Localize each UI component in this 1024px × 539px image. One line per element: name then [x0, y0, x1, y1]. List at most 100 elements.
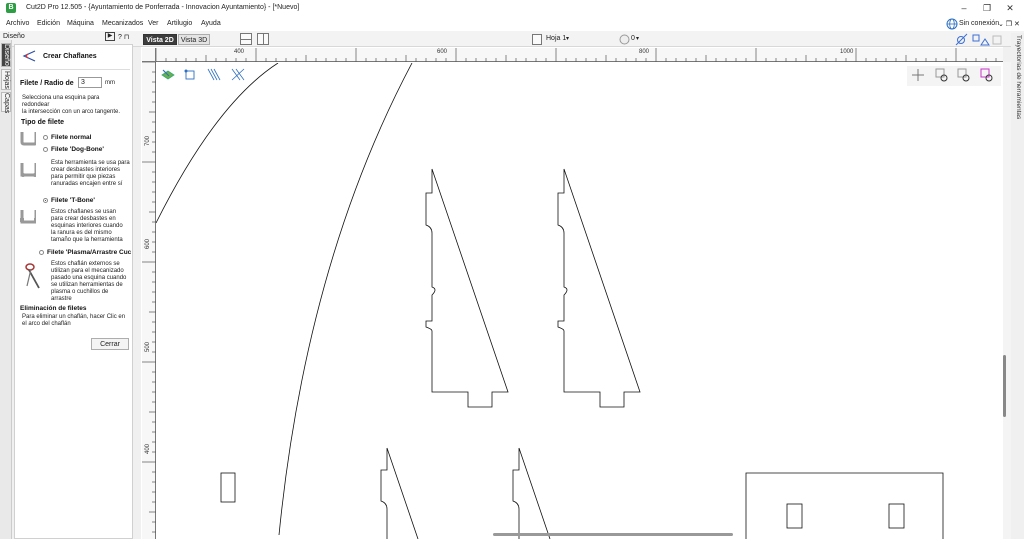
chevron-down-icon[interactable]: ▾ [566, 35, 569, 42]
node-edit-icon [184, 69, 195, 80]
vtab-diseno[interactable]: Diseño [1, 43, 11, 67]
ruler-label: 400 [145, 443, 152, 455]
restore-button[interactable]: ❐ [977, 2, 997, 15]
right-toolbar-icons[interactable] [955, 33, 1015, 47]
radio-filete-plasma[interactable] [39, 250, 44, 255]
fillet-panel: Crear Chaflanes Filete / Radio de 3 mm S… [14, 44, 133, 539]
connection-status[interactable]: Sin conexión [959, 20, 999, 27]
fillet-type-heading: Tipo de filete [21, 119, 65, 126]
tab-toolpaths[interactable]: Trayectorias de herramientas [1013, 35, 1022, 155]
radius-input[interactable]: 3 [78, 77, 102, 88]
slot-rect [786, 503, 803, 529]
split-horizontal-icon[interactable] [240, 33, 252, 45]
horizontal-scroll-thumb[interactable] [493, 533, 733, 536]
menu-ayuda[interactable]: Ayuda [201, 20, 221, 27]
menu-edicion[interactable]: Edición [37, 20, 60, 27]
intro-line-1: Selecciona una esquina para [22, 95, 100, 101]
remove-text-1: Para eliminar un chaflán, hacer Clic en [22, 314, 126, 320]
close-window-button[interactable]: ✕ [1000, 2, 1020, 15]
design-panel-label: Diseño [3, 33, 25, 40]
ruler-left-ticks [142, 62, 156, 533]
layer-icon [161, 69, 175, 80]
vtab-capas[interactable]: Capas [1, 92, 11, 113]
ruler-label: 400 [234, 49, 245, 55]
close-button[interactable]: Cerrar [91, 338, 129, 350]
ruler-top: 400 600 800 1000 [156, 48, 1003, 62]
intro-line-2: redondear [22, 102, 50, 108]
title-bar: B Cut2D Pro 12.505 - {Ayuntamiento de Po… [0, 0, 1024, 17]
ruler-label: 800 [639, 49, 650, 55]
option-filete-dog-bone[interactable]: Filete 'Dog-Bone' [51, 146, 104, 153]
sheet-count[interactable]: 0 [631, 35, 635, 42]
t-bone-fillet-icon [20, 210, 36, 224]
canvas-view-tools[interactable] [160, 67, 250, 83]
plasma-fillet-icon [25, 263, 40, 289]
panel-help-buttons[interactable]: ? ⊓ [118, 33, 129, 41]
toolpath-icon [207, 68, 221, 81]
sheet-selector[interactable]: Hoja 1 [546, 35, 566, 42]
menu-mecanizados[interactable]: Mecanizados [102, 20, 143, 27]
triangular-part [425, 168, 509, 408]
tab-vista-2d[interactable]: Vista 2D [143, 34, 177, 45]
chevron-down-icon[interactable]: ▾ [636, 35, 639, 42]
menu-ver[interactable]: Ver [148, 20, 159, 27]
ruler-label: 700 [145, 135, 152, 147]
dog-bone-desc-1: Esta herramienta se usa para [51, 160, 130, 166]
pin-panel-icon[interactable]: ▶ [105, 32, 115, 41]
split-vertical-icon[interactable] [257, 33, 269, 45]
ruler-top-ticks [156, 48, 997, 62]
plasma-desc-3: pasado una esquina cuando [51, 275, 127, 281]
ruler-label: 600 [145, 238, 152, 250]
ruler-corner[interactable] [142, 48, 156, 62]
vertical-scrollbar[interactable] [1003, 62, 1011, 539]
sheet-icon [532, 34, 542, 45]
vtab-hojas[interactable]: Hojas [1, 69, 11, 90]
t-bone-desc-2: para crear desbastes en [51, 216, 116, 222]
arc-vector [156, 63, 279, 224]
ruler-label: 600 [437, 49, 448, 55]
zoom-fit-icon [957, 68, 970, 82]
option-filete-plasma[interactable]: Filete 'Plasma/Arrastre Cuc [47, 249, 131, 256]
menu-bar: Archivo Edición Máquina Mecanizados Ver … [0, 17, 1024, 31]
menu-maquina[interactable]: Máquina [67, 20, 94, 27]
menu-archivo[interactable]: Archivo [6, 20, 29, 27]
remove-text-2: el arco del chaflán [22, 321, 71, 327]
t-bone-desc-3: esquinas interiores cuando [51, 223, 123, 229]
dog-bone-fillet-icon [20, 163, 36, 177]
window-title: Cut2D Pro 12.505 - {Ayuntamiento de Ponf… [26, 4, 300, 11]
option-filete-normal[interactable]: Filete normal [51, 134, 91, 141]
menu-artilugio[interactable]: Artilugio [167, 20, 192, 27]
radio-filete-normal[interactable] [43, 135, 48, 140]
zoom-tools[interactable] [910, 67, 1000, 85]
slot-rect [220, 472, 236, 503]
plasma-desc-2: utilizan para el mecanizado [51, 268, 124, 274]
t-bone-desc-5: tamaño que la herramienta [51, 237, 123, 243]
triangular-part [380, 447, 419, 539]
vertical-scroll-thumb[interactable] [1003, 355, 1006, 417]
sheet-count-icon [619, 34, 630, 45]
panel-part [745, 472, 944, 539]
plasma-desc-4: se utilizan herramientas de [51, 282, 123, 288]
toolpath-cross-icon [231, 68, 245, 81]
triangular-part [557, 168, 641, 408]
minimize-button[interactable]: – [954, 2, 974, 15]
tab-vista-3d[interactable]: Vista 3D [178, 34, 210, 45]
panel-menu-icons[interactable]: ⌄ ❐ ✕ [998, 20, 1020, 28]
radius-label: Filete / Radio de [20, 80, 74, 87]
zoom-selection-icon [980, 68, 993, 82]
divider [19, 69, 130, 70]
t-bone-desc-4: la ranura es del mismo [51, 230, 112, 236]
plasma-desc-1: Estos chaflán externos se [51, 261, 120, 267]
toolbar: Diseño ▶ ? ⊓ Vista 2D Vista 3D Hoja 1 ▾ … [0, 31, 1024, 47]
remove-fillets-heading: Eliminación de filetes [20, 305, 87, 312]
radio-filete-t-bone[interactable] [43, 198, 48, 203]
radio-filete-dog-bone[interactable] [43, 147, 48, 152]
right-tab-panel: Trayectorias de herramientas [1011, 33, 1024, 539]
radius-unit: mm [105, 80, 115, 86]
dog-bone-desc-3: para permitir que piezas [51, 174, 116, 180]
ruler-label: 500 [145, 341, 152, 353]
option-filete-t-bone[interactable]: Filete 'T-Bone' [51, 197, 95, 204]
ruler-label: 1000 [840, 49, 854, 55]
drawing-vectors[interactable] [156, 63, 1003, 539]
fillet-tool-icon [22, 50, 36, 62]
